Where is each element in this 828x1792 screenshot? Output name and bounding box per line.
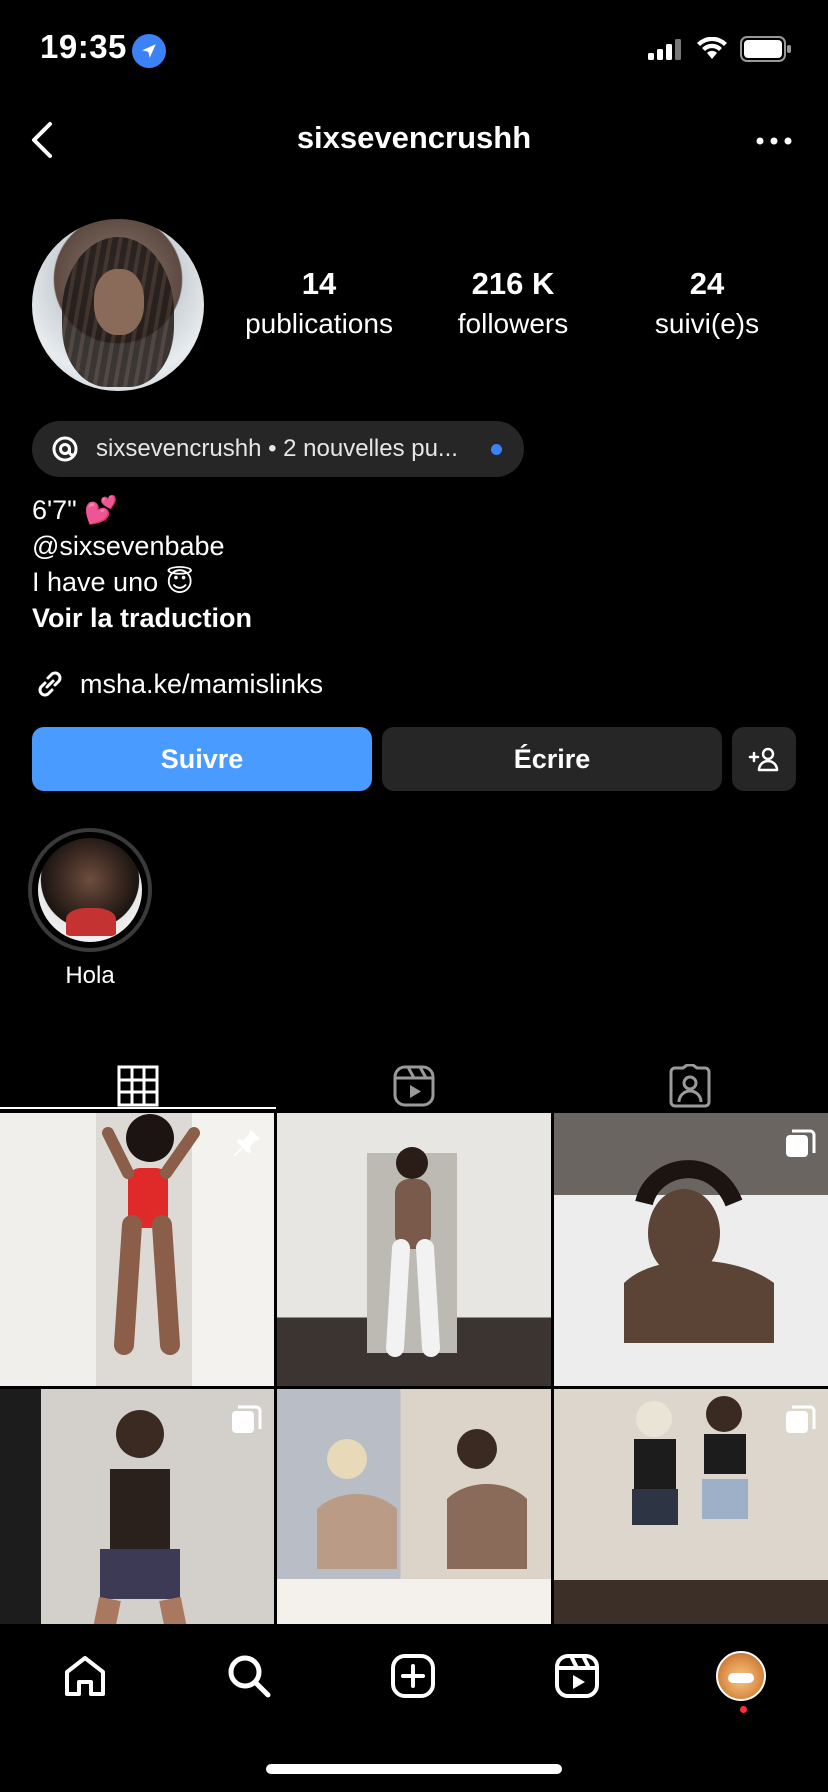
stat-label: suivi(e)s xyxy=(654,308,760,339)
carousel-icon xyxy=(232,1405,262,1433)
story-highlight[interactable] xyxy=(28,828,152,952)
grid-post[interactable] xyxy=(277,1389,551,1662)
stat-value: 216 K xyxy=(471,266,555,301)
nav-profile[interactable] xyxy=(708,1650,774,1702)
grid-post[interactable] xyxy=(277,1113,551,1386)
home-indicator[interactable] xyxy=(266,1764,562,1774)
bio-line: I have uno 😇 xyxy=(32,567,194,597)
location-arrow-icon xyxy=(132,34,166,68)
notification-dot xyxy=(740,1706,747,1713)
nav-search[interactable] xyxy=(216,1650,282,1702)
signal-icon xyxy=(648,39,681,60)
grid-post[interactable] xyxy=(0,1389,274,1662)
threads-pill[interactable]: sixsevencrushh • 2 nouvelles pu... xyxy=(32,421,524,477)
pin-icon xyxy=(234,1129,260,1156)
grid-post[interactable] xyxy=(554,1389,828,1662)
bio-link[interactable]: msha.ke/mamislinks xyxy=(32,666,323,702)
home-icon xyxy=(65,1656,105,1696)
suggested-users-button[interactable] xyxy=(732,727,796,791)
reels-icon xyxy=(555,1654,599,1698)
wifi-icon xyxy=(697,37,727,59)
page-title: sixsevencrushh xyxy=(296,120,532,155)
add-user-icon xyxy=(748,747,779,772)
follow-button[interactable]: Suivre xyxy=(32,727,372,791)
unread-dot xyxy=(491,444,502,455)
reels-icon xyxy=(393,1065,435,1107)
more-dots-icon xyxy=(756,137,792,145)
carousel-icon xyxy=(786,1129,816,1157)
post-thumbnail xyxy=(277,1429,551,1629)
stat-value: 14 xyxy=(301,266,337,301)
post-thumbnail xyxy=(367,1147,457,1357)
highlight-label: Hola xyxy=(65,962,115,989)
message-button[interactable]: Écrire xyxy=(382,727,722,791)
nav-create[interactable] xyxy=(380,1650,446,1702)
tagged-icon xyxy=(669,1064,711,1108)
grid-icon xyxy=(117,1065,159,1107)
grid-post[interactable] xyxy=(554,1113,828,1386)
create-icon xyxy=(391,1654,435,1698)
profile-avatar xyxy=(716,1651,766,1701)
profile-avatar-large[interactable] xyxy=(32,219,204,391)
stat-label: publications xyxy=(245,308,393,339)
status-icons xyxy=(648,36,792,62)
carousel-icon xyxy=(786,1405,816,1433)
bio-link-text: msha.ke/mamislinks xyxy=(80,668,324,699)
bio: 6'7" 💕 @sixsevenbabe I have uno 😇 Voir l… xyxy=(32,492,252,636)
battery-icon xyxy=(740,36,791,62)
highlight-cover xyxy=(38,838,142,942)
status-time: 19:35 xyxy=(40,28,127,65)
bio-line: 6'7" 💕 xyxy=(32,495,118,525)
nav-home[interactable] xyxy=(52,1650,118,1702)
more-options-button[interactable] xyxy=(750,126,798,156)
link-icon xyxy=(38,671,62,697)
active-tab-indicator xyxy=(0,1107,276,1109)
see-translation-link[interactable]: Voir la traduction xyxy=(32,600,252,636)
stat-label: followers xyxy=(457,308,569,339)
stat-followers[interactable]: 216 K followers xyxy=(418,266,608,340)
stat-posts[interactable]: 14 publications xyxy=(224,266,414,340)
threads-icon xyxy=(50,434,80,464)
stat-value: 24 xyxy=(689,266,725,301)
bio-mention[interactable]: @sixsevenbabe xyxy=(32,528,252,564)
search-icon xyxy=(228,1655,271,1698)
grid-post[interactable] xyxy=(0,1113,274,1386)
nav-reels[interactable] xyxy=(544,1650,610,1702)
threads-pill-text: sixsevencrushh • 2 nouvelles pu... xyxy=(96,435,458,462)
stat-following[interactable]: 24 suivi(e)s xyxy=(612,266,802,340)
